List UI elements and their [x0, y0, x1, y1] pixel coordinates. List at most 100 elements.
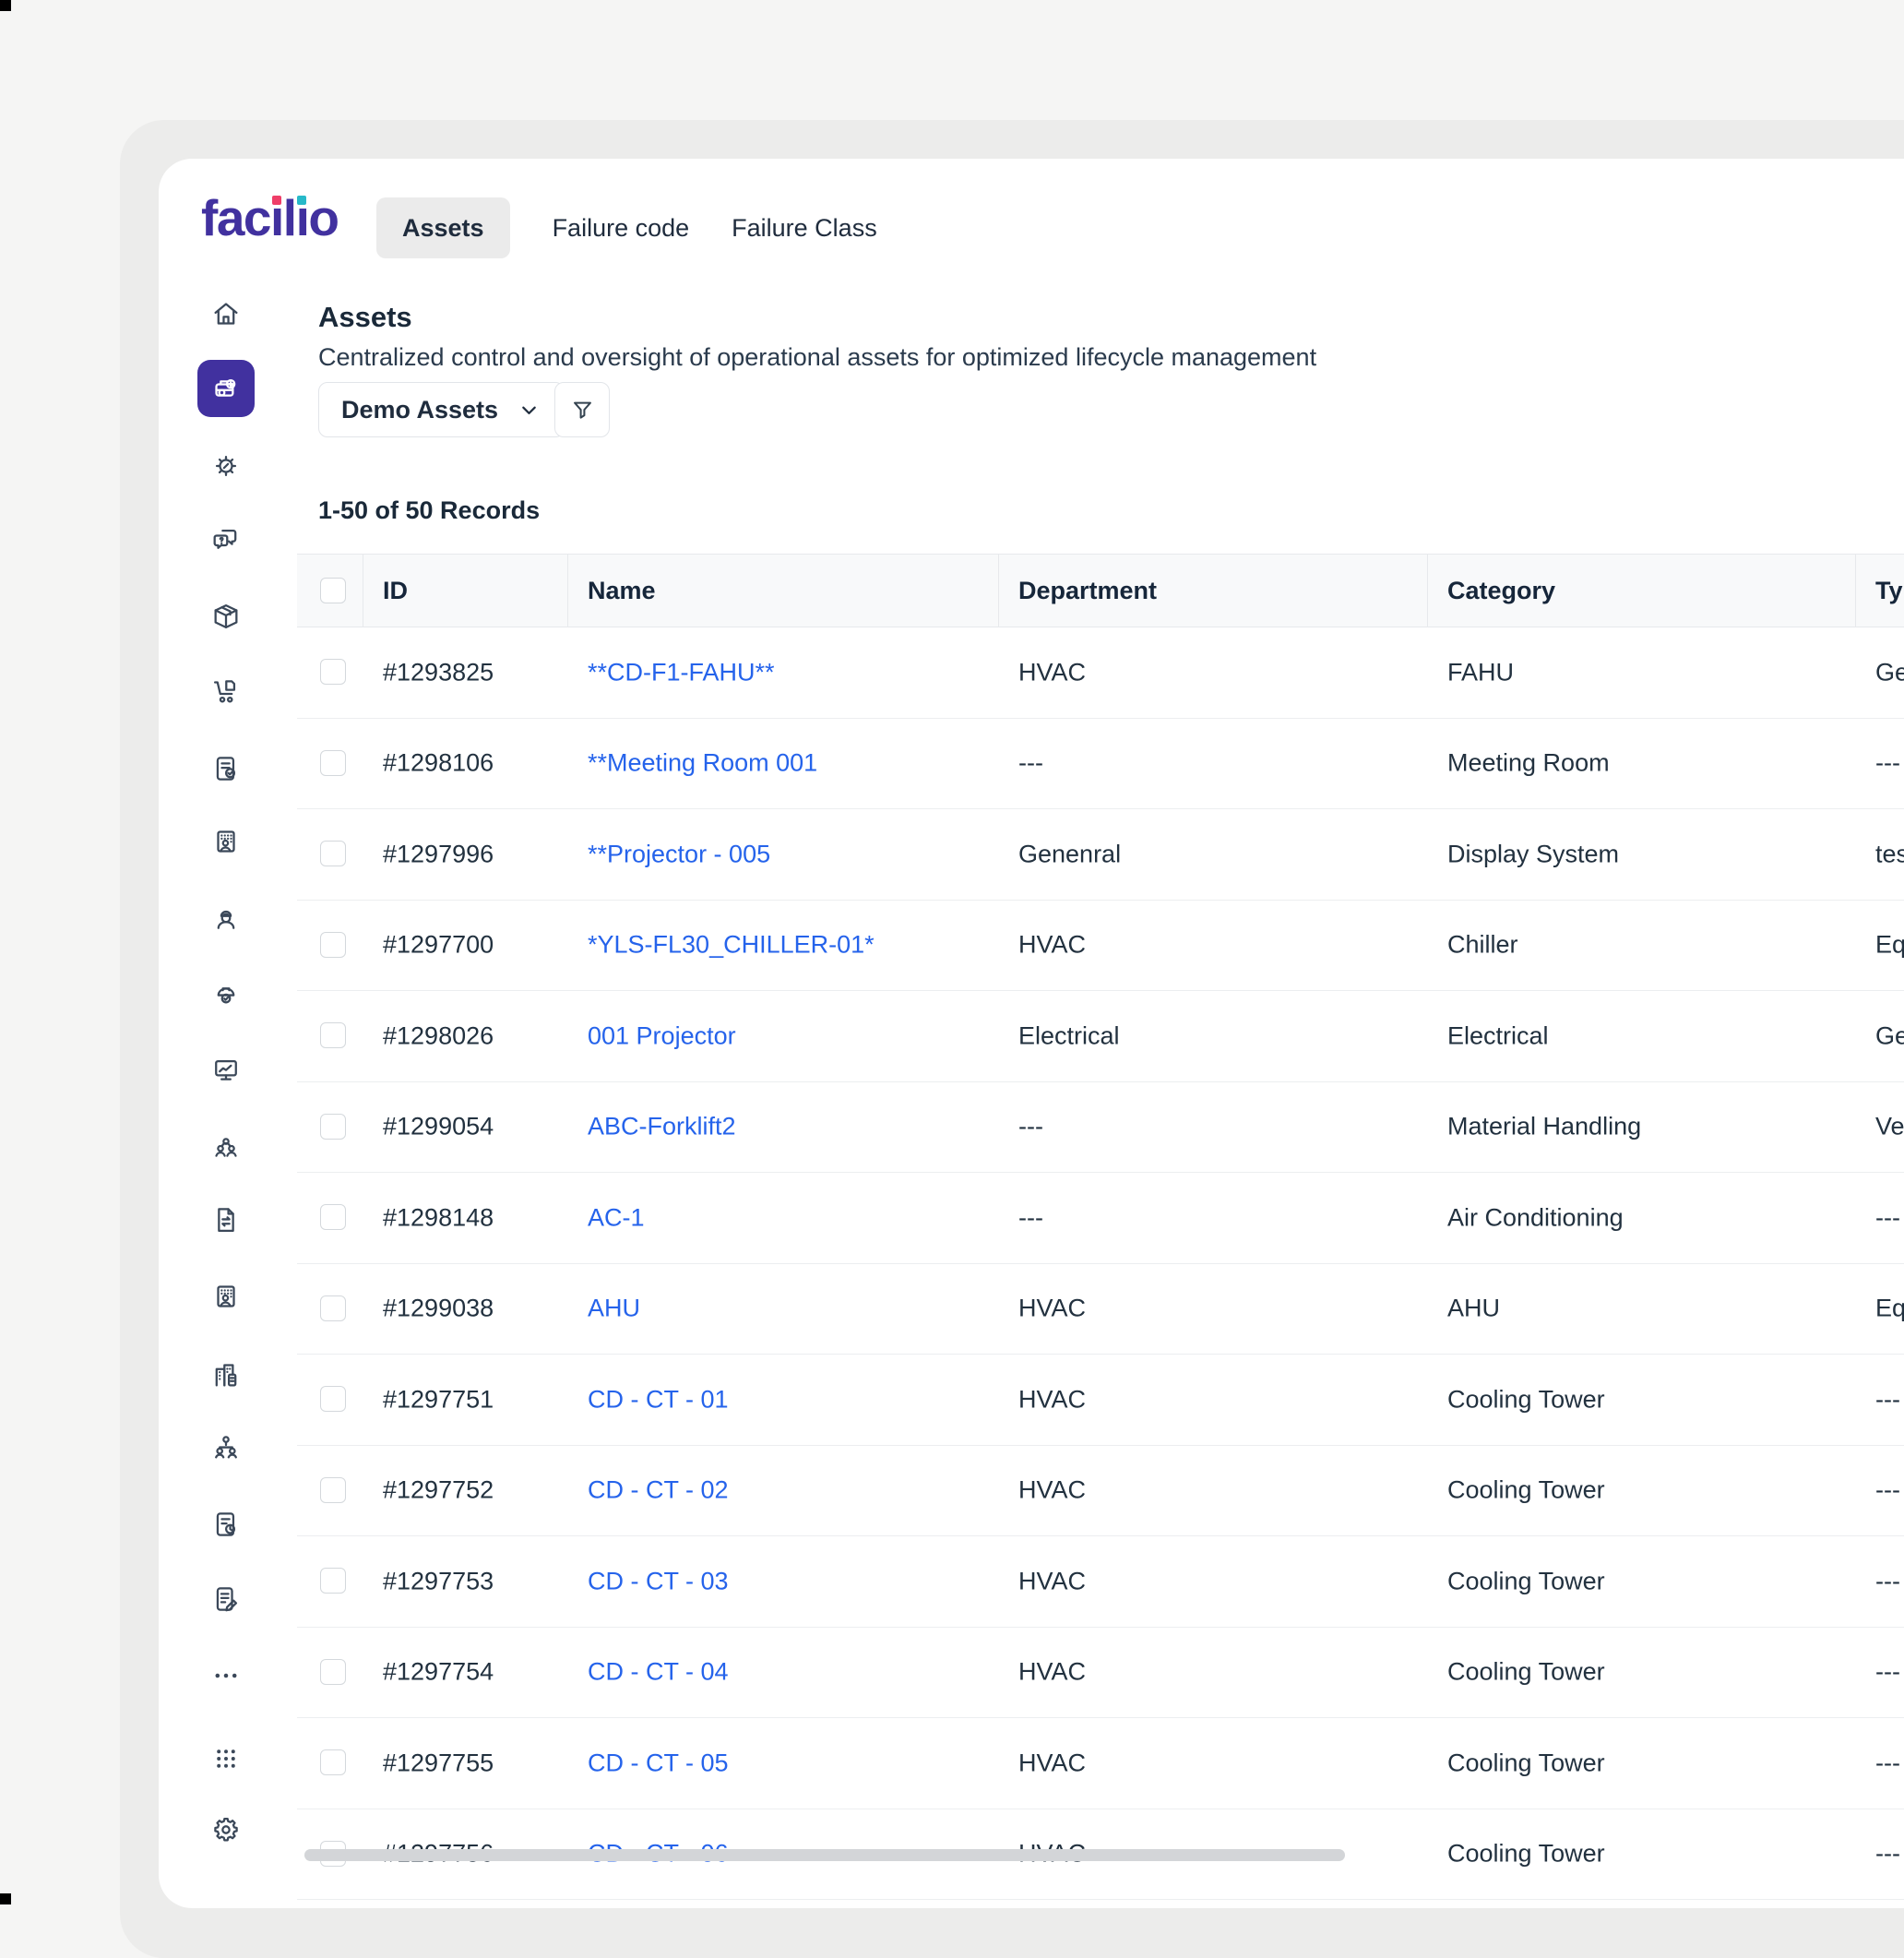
row-checkbox[interactable]	[320, 1114, 346, 1140]
horizontal-scrollbar[interactable]	[304, 1849, 1345, 1861]
sidebar-item-monitor-chart[interactable]	[197, 1042, 255, 1099]
column-header-category[interactable]: Category	[1447, 555, 1555, 627]
cell-category: Display System	[1447, 840, 1619, 868]
chat-question-icon	[210, 524, 242, 555]
sidebar-item-package[interactable]	[197, 588, 255, 645]
sidebar-item-home[interactable]	[197, 285, 255, 342]
cell-type: ---	[1875, 749, 1900, 778]
sidebar-item-chat-question[interactable]	[197, 511, 255, 568]
sidebar-item-apps[interactable]	[197, 1730, 255, 1787]
page-title: Assets	[318, 301, 412, 334]
tab-failure-code[interactable]: Failure code	[553, 214, 690, 243]
cell-category: Cooling Tower	[1447, 1476, 1605, 1505]
sidebar-item-document-check[interactable]	[197, 740, 255, 797]
worker-helmet-icon	[210, 902, 242, 934]
cell-id: #1297751	[383, 1385, 494, 1414]
column-divider	[1855, 555, 1856, 627]
cell-category: Cooling Tower	[1447, 1385, 1605, 1414]
row-checkbox[interactable]	[320, 932, 346, 958]
page: { "topbar": { "logo_text": "facilio", "t…	[0, 0, 1904, 1904]
cell-department: ---	[1018, 1113, 1043, 1141]
ellipsis-icon	[210, 1660, 242, 1691]
sidebar-item-org-chart[interactable]	[197, 1418, 255, 1475]
assets-table: ID Name Department Category Ty #1293825 **CD-…	[297, 554, 1904, 1900]
tab-assets[interactable]: Assets	[376, 197, 510, 258]
table-row: #1297700*YLS-FL30_CHILLER-01*HVACChiller…	[297, 901, 1904, 992]
cell-name-link[interactable]: ABC-Forklift2	[588, 1113, 736, 1141]
column-header-department[interactable]: Department	[1018, 555, 1157, 627]
cell-name-link[interactable]: CD - CT - 03	[588, 1567, 729, 1595]
column-divider	[1427, 555, 1428, 627]
tab-failure-class[interactable]: Failure Class	[732, 214, 877, 243]
row-checkbox[interactable]	[320, 1659, 346, 1685]
row-checkbox[interactable]	[320, 1022, 346, 1048]
cell-name-link[interactable]: AC-1	[588, 1203, 645, 1232]
cell-department: HVAC	[1018, 658, 1086, 686]
cell-name-link[interactable]: CD - CT - 01	[588, 1385, 729, 1414]
cell-category: Cooling Tower	[1447, 1658, 1605, 1687]
sidebar-item-building-person-2[interactable]	[197, 1268, 255, 1325]
sidebar-item-cart[interactable]	[197, 663, 255, 721]
cell-name-link[interactable]: **CD-F1-FAHU**	[588, 658, 775, 686]
row-checkbox[interactable]	[320, 659, 346, 685]
cell-department: Electrical	[1018, 1021, 1120, 1050]
table-row: #1299038AHUHVACAHUEq	[297, 1264, 1904, 1355]
view-selector-button[interactable]: Demo Assets	[318, 382, 565, 437]
sidebar-item-more[interactable]	[197, 1647, 255, 1704]
cell-name-link[interactable]: *YLS-FL30_CHILLER-01*	[588, 931, 875, 960]
cell-category: Cooling Tower	[1447, 1840, 1605, 1868]
funnel-icon	[570, 398, 595, 423]
logo-letter-i: ı	[296, 189, 309, 246]
cell-name-link[interactable]: CD - CT - 04	[588, 1658, 729, 1687]
cell-id: #1299038	[383, 1295, 494, 1323]
filter-button[interactable]	[554, 382, 610, 437]
column-header-ty[interactable]: Ty	[1875, 555, 1903, 627]
org-chart-icon	[210, 1431, 242, 1463]
row-checkbox[interactable]	[320, 1295, 346, 1321]
sidebar-item-hardhat-check[interactable]	[197, 966, 255, 1023]
sidebar-item-assets[interactable]	[197, 360, 255, 417]
cell-name-link[interactable]: 001 Projector	[588, 1021, 736, 1050]
cell-type: ---	[1875, 1840, 1900, 1868]
cell-name-link[interactable]: **Meeting Room 001	[588, 749, 817, 778]
cell-department: ---	[1018, 1203, 1043, 1232]
cell-name-link[interactable]: AHU	[588, 1295, 640, 1323]
column-header-id[interactable]: ID	[383, 555, 408, 627]
hardhat-check-icon	[210, 979, 242, 1010]
sidebar-item-document-clock[interactable]	[197, 1496, 255, 1553]
table-row: #1298106**Meeting Room 001---Meeting Roo…	[297, 719, 1904, 810]
sidebar-item-building-person[interactable]	[197, 813, 255, 870]
cell-department: HVAC	[1018, 1749, 1086, 1777]
sidebar-item-gear-wrench[interactable]	[197, 437, 255, 495]
cell-category: Meeting Room	[1447, 749, 1610, 778]
row-checkbox[interactable]	[320, 1568, 346, 1594]
table-body: #1293825**CD-F1-FAHU**HVACFAHUGe#1298106…	[297, 627, 1904, 1900]
package-icon	[210, 601, 242, 632]
sidebar-item-worker[interactable]	[197, 889, 255, 947]
row-checkbox[interactable]	[320, 1477, 346, 1503]
cell-name-link[interactable]: CD - CT - 02	[588, 1476, 729, 1505]
row-checkbox[interactable]	[320, 1204, 346, 1230]
row-checkbox[interactable]	[320, 841, 346, 866]
sidebar-item-settings[interactable]	[197, 1801, 255, 1858]
cell-department: HVAC	[1018, 1385, 1086, 1414]
row-checkbox[interactable]	[320, 750, 346, 776]
row-checkbox[interactable]	[320, 1749, 346, 1775]
column-header-name[interactable]: Name	[588, 555, 656, 627]
sidebar-item-document-edit[interactable]	[197, 1570, 255, 1628]
cell-name-link[interactable]: CD - CT - 05	[588, 1749, 729, 1777]
sidebar-item-people-group[interactable]	[197, 1118, 255, 1176]
cell-category: Chiller	[1447, 931, 1518, 960]
sidebar-item-buildings[interactable]	[197, 1346, 255, 1403]
cell-id: #1293825	[383, 658, 494, 686]
sidebar-item-document-transfer[interactable]	[197, 1191, 255, 1248]
row-checkbox[interactable]	[320, 1386, 346, 1412]
table-row: #1297753CD - CT - 03HVACCooling Tower---	[297, 1536, 1904, 1628]
select-all-checkbox[interactable]	[320, 578, 346, 603]
column-divider	[998, 555, 999, 627]
cell-category: FAHU	[1447, 658, 1514, 686]
cell-name-link[interactable]: **Projector - 005	[588, 840, 770, 868]
logo-dot-pink	[272, 196, 281, 205]
cell-id: #1297700	[383, 931, 494, 960]
records-summary: 1-50 of 50 Records	[318, 496, 540, 525]
